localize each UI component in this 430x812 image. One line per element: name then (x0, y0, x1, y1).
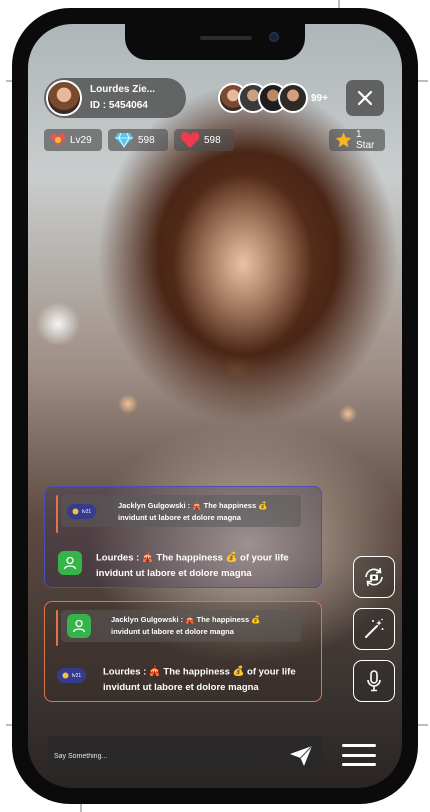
message-line1: Lourdes : 🎪 The happiness 💰 of your life (96, 550, 289, 567)
medal-icon (62, 672, 69, 679)
crop-mark (80, 804, 82, 812)
host-avatar[interactable] (46, 80, 82, 116)
phone-frame: Lourdes Zie... ID : 5454064 99+ Lv29 598… (12, 8, 418, 804)
microphone-icon (367, 670, 381, 692)
quoted-text-line1: Jacklyn Gulgowski : 🎪 The happiness 💰 (118, 500, 268, 512)
message-line2: invidunt ut labore et dolore magna (103, 682, 259, 693)
chat-message[interactable]: lv21 Jacklyn Gulgowski : 🎪 The happiness… (44, 486, 322, 588)
quoted-line1: The happiness (203, 501, 257, 510)
viewer-count[interactable]: 99+ (311, 93, 328, 104)
viewer-avatar[interactable] (278, 83, 308, 113)
crop-mark (418, 80, 428, 82)
live-stream-screen: Lourdes Zie... ID : 5454064 99+ Lv29 598… (28, 24, 402, 788)
menu-icon-bar (342, 753, 376, 757)
heart-medal-icon (50, 133, 66, 147)
bag-emoji-icon: 💰 (251, 615, 261, 625)
heart-icon (180, 131, 200, 149)
close-icon (357, 90, 373, 106)
message-author: Lourdes : (103, 666, 147, 678)
message-text: The happiness (156, 552, 223, 564)
host-id: ID : 5454064 (90, 100, 148, 111)
user-icon (58, 551, 82, 575)
star-value: 1 Star (356, 129, 375, 151)
menu-button[interactable] (342, 741, 376, 769)
flag-emoji-icon: 🎪 (192, 501, 202, 511)
flag-emoji-icon: 🎪 (141, 552, 154, 563)
message-composer (48, 736, 322, 774)
microphone-button[interactable] (353, 660, 395, 702)
badge-label: lv21 (72, 672, 82, 679)
diamond-value: 598 (138, 134, 155, 146)
badge-label: lv21 (82, 508, 92, 515)
bag-emoji-icon: 💰 (225, 552, 238, 563)
user-icon (67, 614, 91, 638)
diamond-icon (114, 132, 134, 148)
message-text: The happiness (163, 666, 230, 678)
heart-count: 598 (174, 129, 234, 151)
quoted-author: Jacklyn Gulgowski : (111, 615, 184, 624)
flip-camera-button[interactable] (353, 556, 395, 598)
menu-icon (342, 744, 376, 747)
quote-accent (56, 495, 58, 533)
level-badge-small: lv21 (67, 504, 97, 519)
speaker-grille (200, 36, 252, 40)
quoted-line2: invidunt ut labore et dolore magna (111, 627, 234, 636)
magic-wand-icon (365, 618, 384, 638)
diamond-count: 598 (108, 129, 168, 151)
level-badge: Lv29 (44, 129, 102, 151)
message-text-tail: of your life (247, 666, 296, 678)
host-name: Lourdes Zie... (90, 84, 156, 95)
bag-emoji-icon: 💰 (232, 666, 245, 677)
message-line2: invidunt ut labore et dolore magna (96, 568, 252, 579)
medal-icon (72, 508, 79, 515)
quote-accent (56, 610, 58, 646)
bag-emoji-icon: 💰 (258, 501, 268, 511)
message-line1: Lourdes : 🎪 The happiness 💰 of your life (103, 664, 296, 681)
effects-button[interactable] (353, 608, 395, 650)
quoted-line1: The happiness (196, 615, 250, 624)
level-badge-small: lv21 (57, 668, 87, 683)
level-value: Lv29 (70, 134, 92, 146)
menu-icon-bar (342, 763, 376, 766)
message-text-tail: of your life (240, 552, 289, 564)
quoted-text-line1: Jacklyn Gulgowski : 🎪 The happiness 💰 (111, 614, 261, 626)
flag-emoji-icon: 🎪 (185, 615, 195, 625)
flag-emoji-icon: 🎪 (148, 666, 161, 677)
message-input[interactable] (52, 744, 276, 768)
message-author: Lourdes : (96, 552, 140, 564)
chat-message[interactable]: Jacklyn Gulgowski : 🎪 The happiness 💰 in… (44, 601, 322, 702)
flip-camera-icon (365, 567, 383, 587)
crop-mark (338, 0, 340, 8)
host-profile[interactable]: Lourdes Zie... ID : 5454064 (44, 78, 186, 118)
front-camera (269, 32, 279, 42)
star-icon (335, 132, 352, 148)
close-button[interactable] (346, 80, 384, 116)
star-count: 1 Star (329, 129, 385, 151)
quoted-author: Jacklyn Gulgowski : (118, 501, 191, 510)
send-icon (290, 745, 313, 766)
crop-mark (418, 724, 428, 726)
send-button[interactable] (288, 745, 314, 767)
quoted-line2: invidunt ut labore et dolore magna (118, 513, 241, 522)
heart-value: 598 (204, 134, 221, 146)
phone-notch (125, 24, 305, 60)
